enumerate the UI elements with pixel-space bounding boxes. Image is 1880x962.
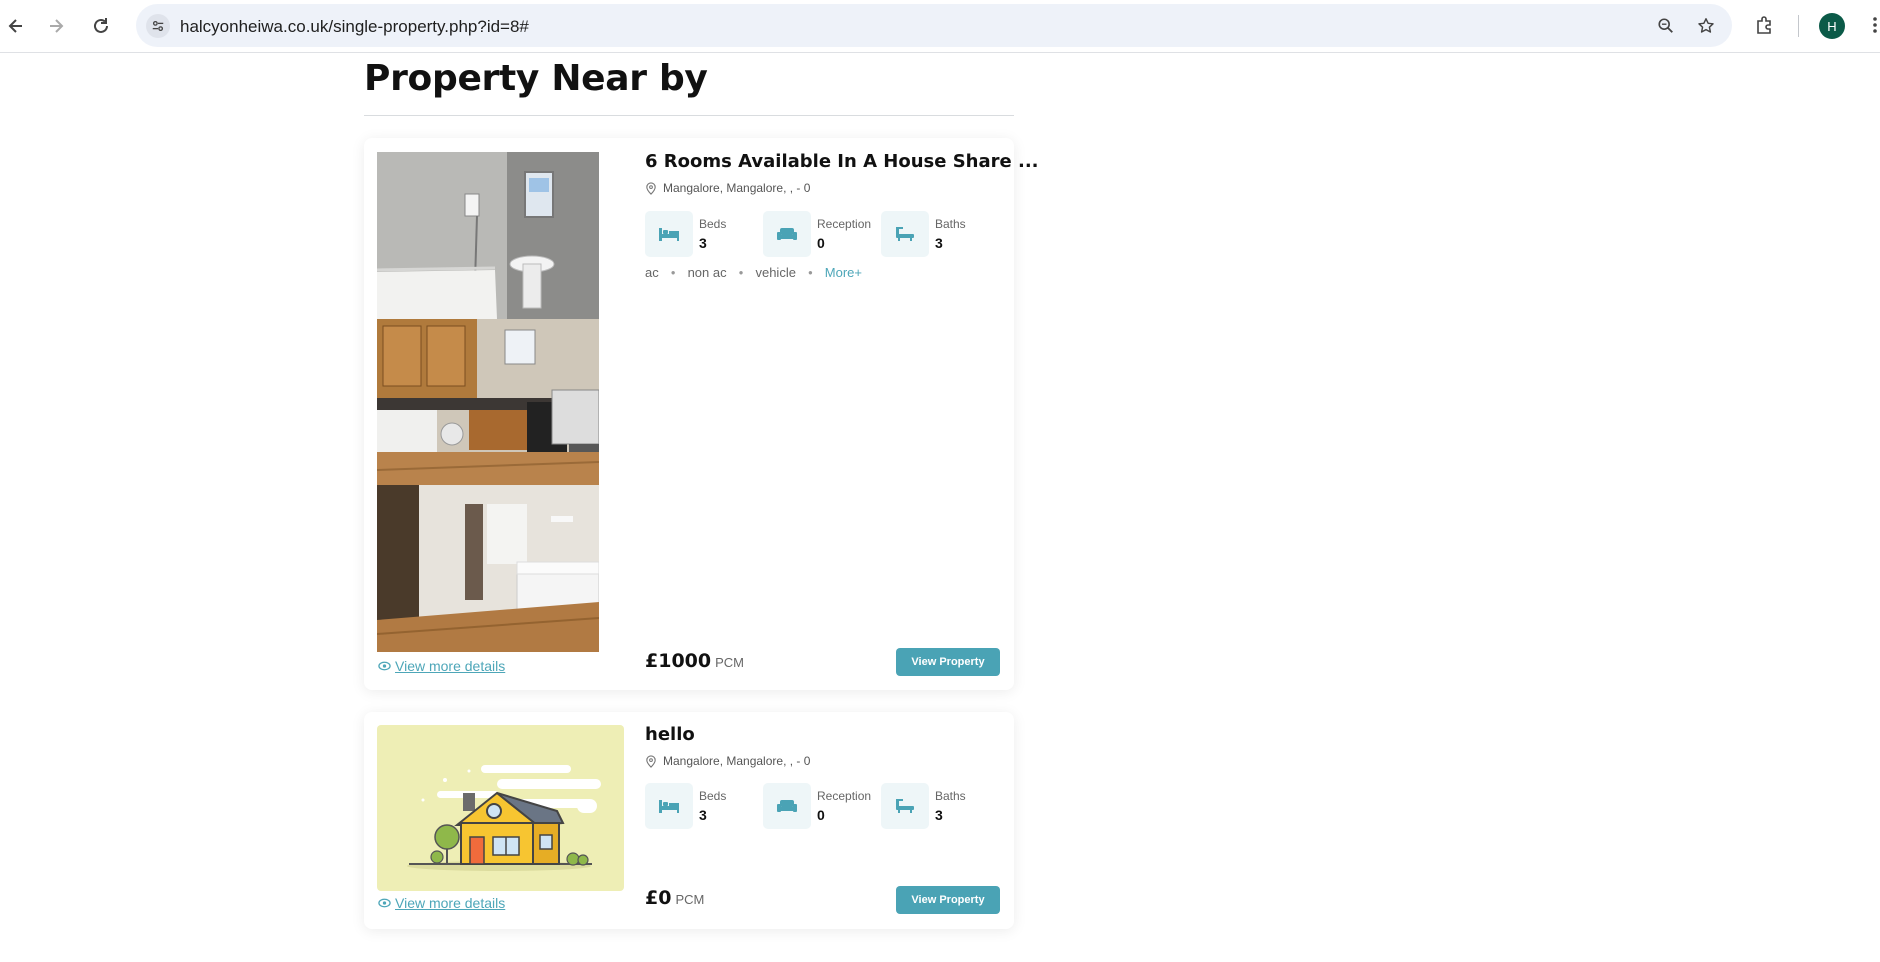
separator-dot: ● (807, 268, 813, 277)
property-card: View more details hello Mangalore, Manga… (364, 712, 1014, 929)
feature-label: Beds (699, 217, 727, 231)
extensions-icon[interactable] (1752, 12, 1778, 38)
price-unit: PCM (675, 892, 705, 907)
feature-label: Reception (817, 789, 872, 803)
eye-icon (378, 898, 391, 908)
bath-icon (881, 783, 929, 829)
property-title[interactable]: hello (645, 724, 695, 745)
feature-value: 3 (699, 235, 707, 251)
feature-baths: Baths 3 (881, 211, 966, 257)
price-value: £0 (645, 887, 672, 909)
feature-value: 3 (699, 807, 707, 823)
reload-button[interactable] (85, 10, 117, 42)
price: £0 PCM (645, 887, 704, 909)
toolbar-divider (1798, 15, 1799, 37)
bookmark-star-icon[interactable] (1694, 14, 1718, 38)
property-title[interactable]: 6 Rooms Available In A House Share ... (645, 151, 1039, 172)
price-value: £1000 (645, 650, 712, 672)
site-settings-icon[interactable] (146, 14, 170, 38)
feature-label: Baths (935, 217, 966, 231)
address-bar[interactable]: halcyonheiwa.co.uk/single-property.php?i… (136, 4, 1732, 47)
address-text: Mangalore, Mangalore, , - 0 (663, 181, 811, 195)
feature-label: Baths (935, 789, 966, 803)
property-photo-gallery[interactable] (377, 152, 599, 652)
address-text: Mangalore, Mangalore, , - 0 (663, 754, 811, 768)
browser-toolbar: halcyonheiwa.co.uk/single-property.php?i… (0, 0, 1880, 53)
back-button[interactable] (0, 10, 32, 42)
reload-icon (94, 18, 108, 33)
feature-label: Beds (699, 789, 727, 803)
feature-beds: Beds 3 (645, 783, 726, 829)
feature-baths: Baths 3 (881, 783, 966, 829)
bath-icon (881, 211, 929, 257)
view-more-details-link[interactable]: View more details (378, 658, 505, 674)
back-arrow-icon (8, 19, 22, 33)
property-address: Mangalore, Mangalore, , - 0 (645, 181, 810, 195)
location-pin-icon (646, 754, 656, 768)
view-property-button[interactable]: View Property (896, 648, 1000, 676)
amenity-tag: non ac (687, 265, 727, 280)
view-more-details-label[interactable]: View more details (395, 658, 505, 674)
price: £1000 PCM (645, 650, 744, 672)
property-address: Mangalore, Mangalore, , - 0 (645, 754, 810, 768)
amenity-list: ac ● non ac ● vehicle ● More+ (645, 265, 862, 280)
bed-icon (645, 211, 693, 257)
property-card: View more details 6 Rooms Available In A… (364, 138, 1039, 690)
forward-arrow-icon (50, 19, 64, 33)
view-more-details-label[interactable]: View more details (395, 895, 505, 911)
feature-value: 3 (935, 807, 943, 823)
separator-dot: ● (738, 268, 744, 277)
more-amenities-link[interactable]: More+ (825, 265, 862, 280)
section-title: Property Near by (364, 58, 708, 99)
property-photo[interactable] (377, 725, 624, 891)
property-photo (377, 152, 599, 652)
sofa-icon (763, 211, 811, 257)
price-unit: PCM (715, 655, 744, 670)
location-pin-icon (646, 181, 656, 195)
feature-beds: Beds 3 (645, 211, 726, 257)
zoom-icon[interactable] (1654, 14, 1678, 38)
feature-value: 0 (817, 807, 825, 823)
profile-avatar[interactable]: H (1819, 13, 1845, 39)
house-illustration (377, 725, 624, 891)
eye-icon (378, 661, 391, 671)
view-more-details-link[interactable]: View more details (378, 895, 505, 911)
sofa-icon (763, 783, 811, 829)
feature-reception: Reception 0 (763, 783, 871, 829)
view-property-button[interactable]: View Property (896, 886, 1000, 914)
menu-icon[interactable] (1862, 12, 1880, 38)
feature-value: 3 (935, 235, 943, 251)
url-text[interactable]: halcyonheiwa.co.uk/single-property.php?i… (180, 17, 529, 37)
bed-icon (645, 783, 693, 829)
amenity-tag: vehicle (755, 265, 796, 280)
feature-label: Reception (817, 217, 872, 231)
separator-dot: ● (670, 268, 676, 277)
amenity-tag: ac (645, 265, 659, 280)
divider (364, 115, 1014, 116)
forward-button[interactable] (40, 10, 72, 42)
feature-reception: Reception 0 (763, 211, 871, 257)
feature-value: 0 (817, 235, 825, 251)
